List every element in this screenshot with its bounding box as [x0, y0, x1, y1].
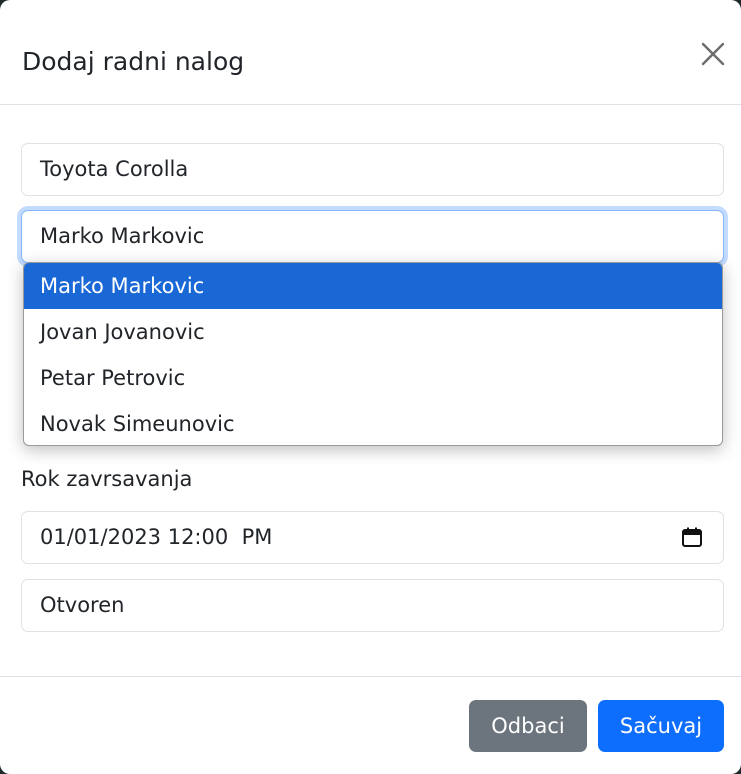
dropdown-option[interactable]: Marko Markovic [24, 263, 722, 309]
modal-footer: Odbaci Sačuvaj [0, 676, 741, 774]
dropdown-option[interactable]: Jovan Jovanovic [24, 309, 722, 355]
deadline-datetime-input[interactable]: 01/01/2023 12:00 PM [21, 511, 724, 564]
deadline-value: 01/01/2023 12:00 PM [40, 525, 273, 549]
dropdown-option[interactable]: Novak Simeunovic [24, 401, 722, 445]
vehicle-field[interactable]: Toyota Corolla [21, 143, 724, 196]
save-button[interactable]: Sačuvaj [598, 700, 724, 752]
vehicle-value: Toyota Corolla [40, 157, 189, 181]
cancel-button[interactable]: Odbaci [469, 700, 587, 752]
modal-header: Dodaj radni nalog [0, 0, 741, 105]
mechanic-dropdown-list: Marko Markovic Jovan Jovanovic Petar Pet… [23, 262, 723, 446]
mechanic-select[interactable]: Marko Markovic [21, 210, 724, 263]
dropdown-option[interactable]: Petar Petrovic [24, 355, 722, 401]
add-work-order-modal: Dodaj radni nalog Toyota Corolla Marko M… [0, 0, 741, 774]
close-icon [701, 42, 725, 66]
status-field[interactable]: Otvoren [21, 579, 724, 632]
deadline-label: Rok zavrsavanja [21, 467, 193, 491]
calendar-icon[interactable] [681, 526, 703, 548]
mechanic-selected-value: Marko Markovic [40, 224, 205, 248]
modal-title: Dodaj radni nalog [22, 47, 245, 76]
close-button[interactable] [697, 38, 729, 70]
status-value: Otvoren [40, 593, 125, 617]
